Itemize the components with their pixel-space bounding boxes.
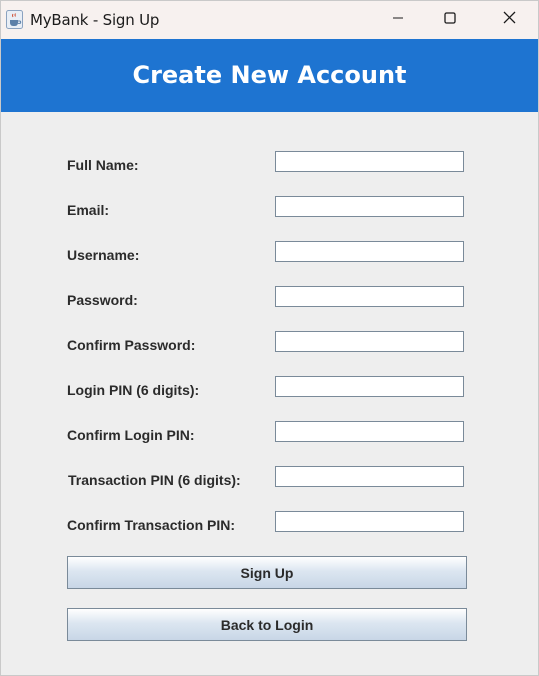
full-name-label: Full Name:	[67, 157, 139, 173]
email-field[interactable]	[275, 196, 464, 217]
full-name-field[interactable]	[275, 151, 464, 172]
window-title: MyBank - Sign Up	[30, 11, 160, 29]
confirm-login-pin-field[interactable]	[275, 421, 464, 442]
password-field[interactable]	[275, 286, 464, 307]
title-bar[interactable]: MyBank - Sign Up	[1, 1, 538, 39]
transaction-pin-label: Transaction PIN (6 digits):	[68, 472, 241, 488]
header-banner: Create New Account	[1, 39, 538, 112]
confirm-login-pin-label: Confirm Login PIN:	[67, 427, 195, 443]
confirm-password-label: Confirm Password:	[67, 337, 196, 353]
java-cup-icon	[6, 10, 23, 29]
signup-window: MyBank - Sign Up Create New Account Full…	[0, 0, 539, 676]
confirm-password-field[interactable]	[275, 331, 464, 352]
minimize-button[interactable]	[375, 1, 421, 39]
close-icon	[503, 11, 516, 29]
confirm-transaction-pin-field[interactable]	[275, 511, 464, 532]
login-pin-label: Login PIN (6 digits):	[67, 382, 200, 398]
back-to-login-button[interactable]: Back to Login	[67, 608, 467, 641]
confirm-transaction-pin-label: Confirm Transaction PIN:	[67, 517, 236, 533]
username-field[interactable]	[275, 241, 464, 262]
minimize-icon	[392, 11, 404, 29]
close-button[interactable]	[486, 1, 532, 39]
password-label: Password:	[67, 292, 138, 308]
login-pin-field[interactable]	[275, 376, 464, 397]
maximize-button[interactable]	[427, 1, 473, 39]
page-title: Create New Account	[132, 60, 407, 89]
maximize-icon	[444, 11, 456, 29]
username-label: Username:	[67, 247, 140, 263]
email-label: Email:	[67, 202, 110, 218]
sign-up-button[interactable]: Sign Up	[67, 556, 467, 589]
transaction-pin-field[interactable]	[275, 466, 464, 487]
